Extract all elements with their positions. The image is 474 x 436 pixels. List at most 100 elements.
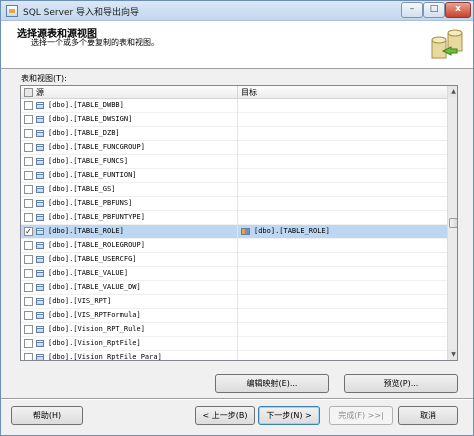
row-checkbox[interactable] [24, 255, 33, 264]
cell-divider [237, 337, 238, 351]
row-checkbox[interactable] [24, 311, 33, 320]
source-name: [dbo].[Vision_RptFile_Para] [48, 353, 162, 361]
table-row[interactable]: [dbo].[TABLE_ROLEGROUP] [21, 239, 447, 253]
row-checkbox[interactable] [24, 199, 33, 208]
page-subtitle: 选择一个或多个要复制的表和视图。 [31, 38, 159, 47]
grid-header: 源 目标 [21, 86, 447, 99]
column-divider[interactable] [237, 86, 238, 99]
table-row[interactable]: [dbo].[Vision_RptFile] [21, 337, 447, 351]
table-row[interactable]: [dbo].[TABLE_DWSIGN] [21, 113, 447, 127]
source-name: [dbo].[TABLE_DWBB] [48, 101, 124, 109]
table-row[interactable]: [dbo].[TABLE_FUNCGROUP] [21, 141, 447, 155]
close-button[interactable]: x [445, 2, 471, 18]
source-name: [dbo].[TABLE_VALUE] [48, 269, 129, 277]
table-icon [36, 228, 44, 235]
row-checkbox[interactable] [24, 283, 33, 292]
vertical-scrollbar[interactable]: ▲ ▼ [447, 86, 457, 360]
source-name: [dbo].[TABLE_DWSIGN] [48, 115, 133, 123]
edit-mappings-button[interactable]: 编辑映射(E)... [215, 374, 329, 393]
cancel-button[interactable]: 取消 [398, 406, 458, 425]
scroll-thumb[interactable] [449, 218, 457, 228]
table-icon [36, 186, 44, 193]
row-checkbox[interactable] [24, 213, 33, 222]
row-checkbox[interactable] [24, 269, 33, 278]
table-row[interactable]: [dbo].[TABLE_VALUE_DW] [21, 281, 447, 295]
source-name: [dbo].[TABLE_VALUE_DW] [48, 283, 141, 291]
source-name: [dbo].[TABLE_ROLEGROUP] [48, 241, 145, 249]
row-checkbox[interactable] [24, 297, 33, 306]
table-row[interactable]: [dbo].[TABLE_GS] [21, 183, 447, 197]
table-icon [36, 172, 44, 179]
cell-divider [237, 99, 238, 113]
footer-divider [1, 398, 473, 400]
source-name: [dbo].[Vision_RPT_Rule] [48, 325, 145, 333]
source-name: [dbo].[TABLE_ROLE] [48, 227, 124, 235]
row-checkbox[interactable] [24, 353, 33, 360]
preview-button[interactable]: 预览(P)... [344, 374, 458, 393]
source-name: [dbo].[TABLE_FUNCS] [48, 157, 129, 165]
wizard-window: SQL Server 导入和导出向导 – □ x 选择源表和源视图 选择一个或多… [0, 0, 474, 436]
cell-divider [237, 211, 238, 225]
table-row[interactable]: [dbo].[TABLE_USERCFG] [21, 253, 447, 267]
cell-divider [237, 267, 238, 281]
source-name: [dbo].[TABLE_DZB] [48, 129, 120, 137]
row-checkbox[interactable] [24, 143, 33, 152]
table-icon [36, 144, 44, 151]
source-name: [dbo].[Vision_RptFile] [48, 339, 141, 347]
column-header-source[interactable]: 源 [36, 87, 44, 98]
cell-divider [237, 127, 238, 141]
tables-views-label: 表和视图(T): [21, 74, 67, 83]
table-row[interactable]: [dbo].[TABLE_DZB] [21, 127, 447, 141]
grid-rows: [dbo].[TABLE_DWBB] [dbo].[TABLE_DWSIGN] … [21, 99, 447, 361]
maximize-button[interactable]: □ [423, 2, 445, 18]
source-name: [dbo].[VIS_RPTFormula] [48, 311, 141, 319]
row-checkbox[interactable] [24, 325, 33, 334]
table-icon [36, 312, 44, 319]
table-icon [36, 102, 44, 109]
finish-button[interactable]: 完成(F) >>| [329, 406, 393, 425]
wizard-header: 选择源表和源视图 选择一个或多个要复制的表和视图。 [1, 21, 473, 69]
table-row[interactable]: [dbo].[VIS_RPT] [21, 295, 447, 309]
table-row[interactable]: [dbo].[TABLE_DWBB] [21, 99, 447, 113]
row-checkbox[interactable] [24, 129, 33, 138]
row-checkbox[interactable] [24, 101, 33, 110]
table-row[interactable]: [dbo].[TABLE_FUNTION] [21, 169, 447, 183]
table-row[interactable]: [dbo].[TABLE_PBFUNTYPE] [21, 211, 447, 225]
table-row[interactable]: [dbo].[Vision_RptFile_Para] [21, 351, 447, 361]
row-checkbox-checked[interactable]: ✓ [24, 227, 33, 236]
row-checkbox[interactable] [24, 339, 33, 348]
back-button[interactable]: < 上一步(B) [195, 406, 255, 425]
table-row[interactable]: [dbo].[TABLE_FUNCS] [21, 155, 447, 169]
table-row-selected[interactable]: ✓ [dbo].[TABLE_ROLE] [dbo].[TABLE_ROLE] [21, 225, 447, 239]
row-checkbox[interactable] [24, 185, 33, 194]
table-row[interactable]: [dbo].[VIS_RPTFormula] [21, 309, 447, 323]
table-icon [36, 298, 44, 305]
row-checkbox[interactable] [24, 241, 33, 250]
source-name: [dbo].[TABLE_USERCFG] [48, 255, 137, 263]
cell-divider [237, 169, 238, 183]
row-checkbox[interactable] [24, 157, 33, 166]
help-button[interactable]: 帮助(H) [11, 406, 83, 425]
target-name[interactable]: [dbo].[TABLE_ROLE] [254, 227, 330, 235]
cell-divider [237, 323, 238, 337]
table-row[interactable]: [dbo].[Vision_RPT_Rule] [21, 323, 447, 337]
minimize-button[interactable]: – [401, 2, 423, 18]
scroll-up-arrow-icon[interactable]: ▲ [448, 86, 457, 97]
table-row[interactable]: [dbo].[TABLE_PBFUNS] [21, 197, 447, 211]
source-name: [dbo].[TABLE_GS] [48, 185, 116, 193]
cell-divider [237, 239, 238, 253]
cell-divider [237, 225, 238, 239]
select-all-checkbox[interactable] [24, 88, 33, 97]
row-checkbox[interactable] [24, 171, 33, 180]
column-header-target[interactable]: 目标 [241, 87, 257, 98]
table-row[interactable]: [dbo].[TABLE_VALUE] [21, 267, 447, 281]
title-bar[interactable]: SQL Server 导入和导出向导 – □ x [1, 1, 473, 21]
table-icon [36, 242, 44, 249]
cell-divider [237, 197, 238, 211]
next-button[interactable]: 下一步(N) > [258, 406, 320, 425]
cell-divider [237, 253, 238, 267]
source-name: [dbo].[TABLE_FUNTION] [48, 171, 137, 179]
cell-divider [237, 113, 238, 127]
row-checkbox[interactable] [24, 115, 33, 124]
scroll-down-arrow-icon[interactable]: ▼ [448, 349, 457, 360]
